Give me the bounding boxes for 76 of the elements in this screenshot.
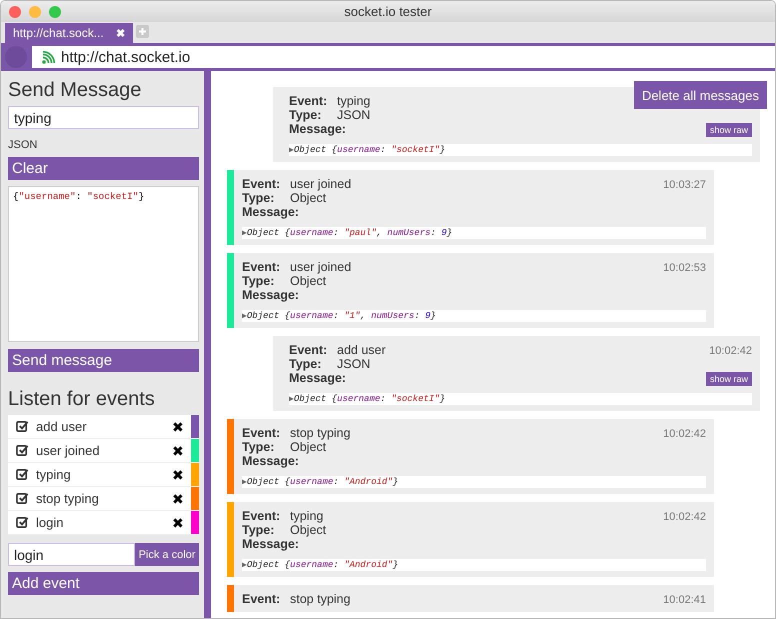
show-raw-button[interactable]: show raw — [706, 372, 752, 386]
checkbox-icon[interactable] — [16, 492, 29, 505]
type-value: Object — [290, 523, 326, 537]
object-preview[interactable]: ▶Object {username: "Android"} — [242, 559, 706, 571]
field-label: Event: — [242, 426, 282, 440]
field-label: Message: — [242, 454, 299, 468]
event-name: user joined — [36, 443, 101, 458]
delete-all-button[interactable]: Delete all messages — [634, 81, 767, 109]
feed-icon — [42, 50, 55, 64]
event-name: user joined — [290, 177, 352, 191]
event-name: stop typing — [36, 491, 100, 506]
window-title: socket.io tester — [344, 4, 432, 19]
checkbox-icon[interactable] — [16, 516, 29, 529]
timestamp: 10:02:42 — [663, 428, 706, 440]
timestamp: 10:02:41 — [663, 594, 706, 606]
object-preview[interactable]: ▶Object {username: "1", numUsers: 9} — [242, 310, 706, 322]
timestamp: 10:02:53 — [663, 262, 706, 274]
field-label: Message: — [242, 537, 299, 551]
remove-icon[interactable]: ✖ — [172, 490, 184, 506]
field-label: Type: — [242, 191, 276, 205]
new-event-field[interactable]: login — [8, 543, 135, 566]
field-label: Event: — [289, 343, 328, 357]
payload-editor[interactable]: {"username": "socketI"} — [8, 186, 199, 342]
remove-icon[interactable]: ✖ — [172, 418, 184, 434]
address-field[interactable]: http://chat.socket.io — [32, 46, 775, 68]
add-event-button[interactable]: Add event — [8, 572, 199, 595]
event-name: login — [36, 515, 64, 530]
type-value: JSON — [337, 108, 370, 122]
checkbox-icon[interactable] — [16, 420, 29, 433]
field-label: Message: — [289, 122, 346, 136]
event-name: typing — [337, 94, 370, 108]
pick-color-button[interactable]: Pick a color — [135, 543, 199, 566]
timestamp: 10:03:27 — [663, 179, 706, 191]
type-value: Object — [290, 191, 326, 205]
event-name: typing — [290, 509, 324, 523]
field-label: Message: — [242, 288, 299, 302]
type-value: Object — [290, 440, 326, 454]
event-name-field[interactable]: typing — [8, 106, 199, 129]
field-label: Event: — [289, 94, 328, 108]
checkbox-icon[interactable] — [16, 444, 29, 457]
type-value: Object — [290, 274, 326, 288]
field-label: Type: — [242, 274, 276, 288]
field-label: Type: — [242, 523, 276, 537]
remove-icon[interactable]: ✖ — [172, 442, 184, 458]
object-preview[interactable]: ▶Object {username: "Android"} — [242, 476, 706, 488]
event-name: typing — [36, 467, 72, 482]
remove-icon[interactable]: ✖ — [172, 466, 184, 482]
object-preview[interactable]: ▶Object {username: "paul", numUsers: 9} — [242, 227, 706, 239]
send-button[interactable]: Send message — [8, 349, 199, 372]
object-preview[interactable]: ▶Object {username: "socketI"} — [289, 144, 752, 156]
field-label: Type: — [289, 357, 322, 371]
event-name: stop typing — [290, 592, 350, 606]
field-label: Event: — [242, 177, 282, 191]
field-label: Type: — [289, 108, 322, 122]
event-name: add user — [337, 343, 386, 357]
panel-heading: Send Message — [8, 79, 142, 102]
field-label: Event: — [242, 509, 282, 523]
field-label: Event: — [242, 260, 282, 274]
show-raw-button[interactable]: show raw — [706, 123, 752, 137]
field-label: Message: — [289, 371, 346, 385]
field-label: Event: — [242, 592, 282, 606]
timestamp: 10:02:42 — [663, 511, 706, 523]
event-name: user joined — [290, 260, 352, 274]
checkbox-icon[interactable] — [16, 468, 29, 481]
field-label: Type: — [242, 440, 276, 454]
clear-button[interactable]: Clear — [8, 157, 199, 180]
type-value: JSON — [337, 357, 370, 371]
event-name: add user — [36, 419, 88, 434]
object-preview[interactable]: ▶Object {username: "socketI"} — [289, 393, 752, 405]
timestamp: 10:02:42 — [709, 345, 752, 357]
panel-heading: Listen for events — [8, 388, 156, 411]
format-label: JSON — [8, 139, 38, 151]
browser-tab[interactable]: http://chat.sock... ✖ — [5, 23, 133, 43]
event-name: stop typing — [290, 426, 350, 440]
remove-icon[interactable]: ✖ — [172, 514, 184, 530]
field-label: Message: — [242, 205, 299, 219]
